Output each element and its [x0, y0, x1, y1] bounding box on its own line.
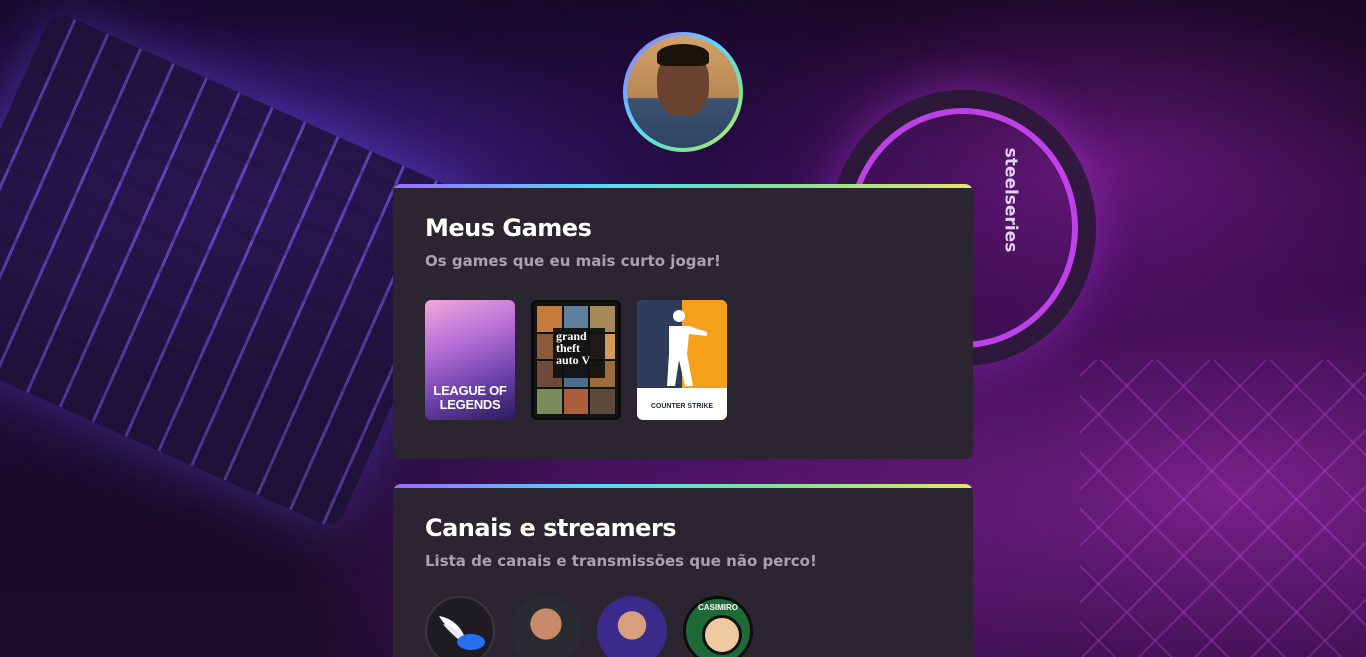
games-title: Meus Games	[425, 214, 592, 242]
channel-streamer-1[interactable]	[511, 596, 581, 657]
soldier-icon	[667, 310, 707, 386]
game-gta-v[interactable]: grand theft auto V	[531, 300, 621, 420]
casimiro-badge-text: CASIMIRO	[698, 603, 738, 612]
avatar-hair	[657, 44, 709, 66]
profile-avatar	[623, 32, 743, 152]
channels-title: Canais e streamers	[425, 514, 677, 542]
avatar-photo	[627, 36, 739, 148]
game-counter-strike[interactable]: COUNTER STRIKE	[637, 300, 727, 420]
channels-card: Canais e streamers Lista de canais e tra…	[393, 484, 973, 657]
wings-icon	[439, 616, 485, 650]
lol-logo-text: LEAGUE OF LEGENDS	[433, 383, 507, 412]
background-headset-brand: steelseries	[1000, 147, 1021, 253]
channels-subtitle: Lista de canais e transmissões que não p…	[425, 552, 817, 570]
csgo-logo-text: COUNTER STRIKE	[650, 403, 714, 410]
games-subtitle: Os games que eu mais curto jogar!	[425, 252, 721, 270]
game-league-of-legends[interactable]: LEAGUE OF LEGENDS	[425, 300, 515, 420]
channel-streamer-2[interactable]	[597, 596, 667, 657]
background-mousepad-image	[1080, 360, 1366, 657]
channel-casimiro[interactable]: CASIMIRO	[683, 596, 753, 657]
games-list: LEAGUE OF LEGENDS grand theft auto V COU…	[425, 300, 941, 420]
channels-list: CASIMIRO	[425, 596, 941, 657]
gta-logo-text: grand theft auto V	[553, 328, 605, 378]
games-card: Meus Games Os games que eu mais curto jo…	[393, 184, 973, 459]
casimiro-face-icon	[702, 615, 742, 655]
channel-wings[interactable]	[425, 596, 495, 657]
